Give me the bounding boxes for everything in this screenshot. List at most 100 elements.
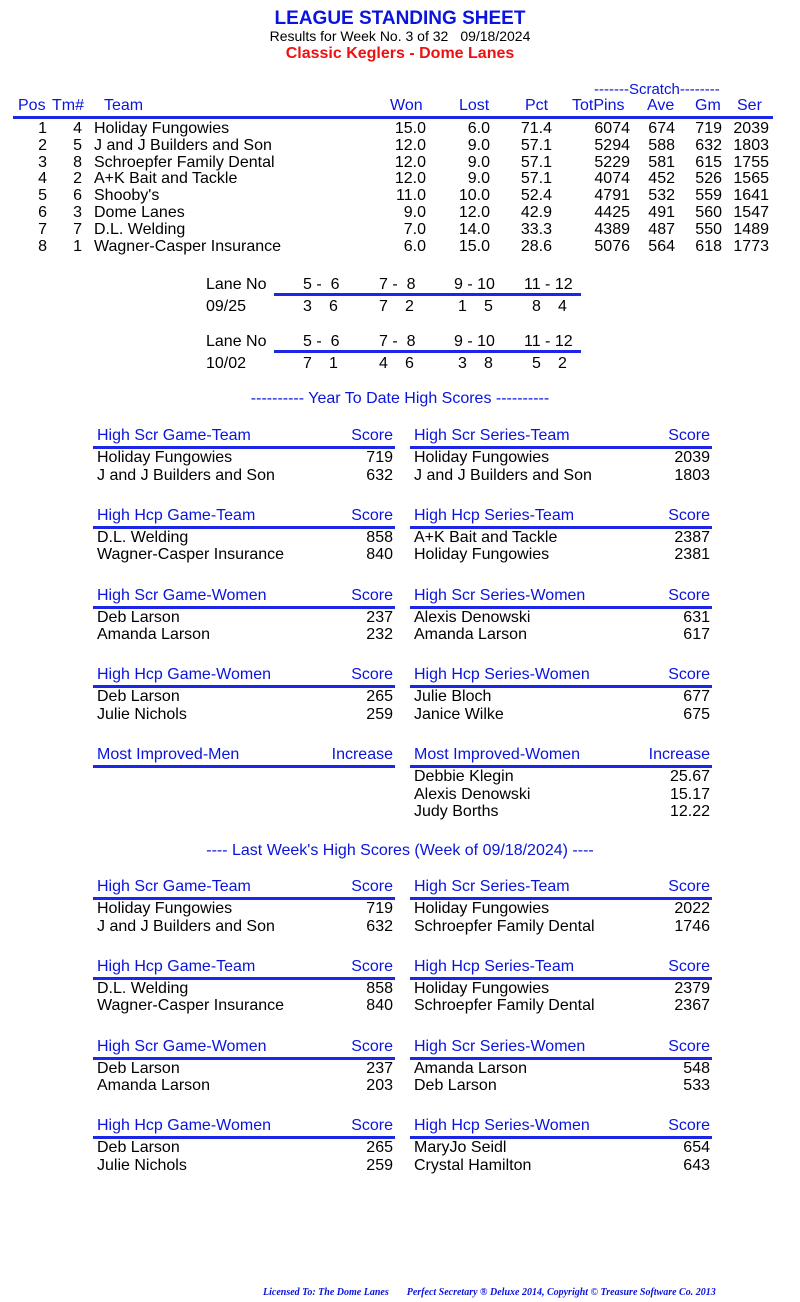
score-value: 632 <box>366 466 393 484</box>
lane-team-number: 4 <box>379 355 388 372</box>
score-value: 15.17 <box>669 785 710 803</box>
ave-cell: 581 <box>648 153 675 171</box>
box-title: High Hcp Game-Women <box>97 1117 271 1135</box>
box-title: High Scr Series-Women <box>414 1037 586 1055</box>
score-value: 237 <box>366 1059 393 1077</box>
box-column-label: Score <box>351 506 393 524</box>
list-item: Schroepfer Family Dental 2367 <box>412 997 712 1015</box>
gm-cell: 550 <box>695 220 722 238</box>
bowler-name: Deb Larson <box>97 688 180 706</box>
tm-cell: 8 <box>73 153 82 171</box>
ave-cell: 588 <box>648 136 675 154</box>
list-item: Alexis Denowski 631 <box>412 609 712 627</box>
ser-cell: 1547 <box>733 204 769 221</box>
bowler-name: Holiday Fungowies <box>414 449 550 466</box>
box-high-hcp-game-team: High Hcp Game-Team Score D.L. Welding 858 Wa… <box>93 957 395 1015</box>
list-item: Deb Larson 265 <box>95 688 395 706</box>
list-item: Holiday Fungowies 2039 <box>412 449 712 467</box>
list-item: D.L. Welding 858 <box>95 980 395 998</box>
ave-cell: 674 <box>648 120 675 137</box>
score-value: 858 <box>366 979 393 997</box>
list-item: Holiday Fungowies 2022 <box>412 900 712 918</box>
bowler-name: Holiday Fungowies <box>414 546 550 564</box>
col-header-team: Team <box>104 97 144 114</box>
pos-cell: 4 <box>38 170 47 188</box>
pct-cell: 71.4 <box>520 120 552 137</box>
box-header: Most Improved-Women Increase <box>412 745 712 765</box>
pos-cell: 3 <box>38 153 47 171</box>
bowler-name: Julie Bloch <box>414 688 492 706</box>
box-column-label: Score <box>351 1117 393 1135</box>
box-high-scr-game-women: High Scr Game-Women Score Deb Larson 237 Ama… <box>93 586 395 644</box>
score-value: 265 <box>366 1139 393 1157</box>
totpins-cell: 5294 <box>594 136 630 154</box>
bowler-name: A+K Bait and Tackle <box>414 528 558 546</box>
score-value: 259 <box>366 1156 393 1174</box>
pct-cell: 57.1 <box>520 153 552 171</box>
box-high-hcp-series-team: High Hcp Series-Team Score A+K Bait and Ta… <box>410 506 712 564</box>
lost-cell: 15.0 <box>458 237 490 255</box>
results-date: 09/18/2024 <box>460 28 531 44</box>
box-column-label: Score <box>351 957 393 975</box>
ave-cell: 564 <box>648 237 675 255</box>
col-header-ave: Ave <box>647 97 675 114</box>
pos-cell: 5 <box>38 187 47 205</box>
gm-cell: 719 <box>695 120 722 137</box>
pos-cell: 8 <box>38 237 47 255</box>
box-column-label: Score <box>351 1037 393 1055</box>
box-title: High Hcp Series-Team <box>414 506 575 524</box>
ave-cell: 491 <box>648 204 675 221</box>
won-cell: 12.0 <box>394 153 426 171</box>
bowler-name: Amanda Larson <box>414 626 527 644</box>
scratch-group-label: -------Scratch-------- <box>594 81 720 98</box>
ser-cell: 2039 <box>733 120 769 137</box>
score-value: 2381 <box>674 546 710 564</box>
box-header: High Hcp Series-Team Score <box>412 957 712 977</box>
list-item: Crystal Hamilton 643 <box>412 1157 712 1175</box>
box-column-label: Score <box>668 666 710 684</box>
ser-cell: 1803 <box>733 136 769 154</box>
score-value: 617 <box>683 626 710 644</box>
lane-rule <box>274 350 581 353</box>
page-title: LEAGUE STANDING SHEET <box>274 8 526 29</box>
score-value: 1803 <box>674 466 710 484</box>
bowler-name: Janice Wilke <box>414 705 504 723</box>
box-high-scr-series-women: High Scr Series-Women Score Amanda Larson 5… <box>410 1037 712 1095</box>
lane-team-number: 2 <box>405 298 414 315</box>
box-title: High Hcp Game-Women <box>97 666 271 684</box>
box-header: High Scr Game-Women Score <box>95 1037 395 1057</box>
lane-rule <box>274 293 581 296</box>
lost-cell: 9.0 <box>467 170 490 188</box>
tm-cell: 6 <box>73 187 82 205</box>
results-for-label: Results for Week No. 3 of 32 <box>269 28 449 44</box>
box-high-scr-game-team: High Scr Game-Team Score Holiday Fungowies… <box>93 426 395 484</box>
box-title: High Hcp Game-Team <box>97 957 256 975</box>
box-column-label: Score <box>668 878 710 895</box>
table-row: 3 8 Schroepfer Family Dental 12.0 9.0 57.1 522… <box>0 154 800 171</box>
score-value: 25.67 <box>669 768 710 786</box>
bowler-name: J and J Builders and Son <box>97 466 275 484</box>
ave-cell: 452 <box>648 170 675 188</box>
table-row: 7 7 D.L. Welding 7.0 14.0 33.3 4389 487 550 1489 <box>0 221 800 238</box>
score-value: 2379 <box>674 979 710 997</box>
box-column-label: Score <box>668 1037 710 1055</box>
lost-cell: 14.0 <box>458 220 490 238</box>
box-high-hcp-game-women: High Hcp Game-Women Score Deb Larson 265 Jul… <box>93 1116 395 1174</box>
score-value: 677 <box>683 688 710 706</box>
score-value: 232 <box>366 626 393 644</box>
box-header: High Hcp Series-Team Score <box>412 506 712 526</box>
lane-pair-label: 7 - 8 <box>379 333 416 350</box>
lost-cell: 9.0 <box>467 153 490 171</box>
bowler-name: Holiday Fungowies <box>97 449 233 466</box>
box-title: High Scr Game-Women <box>97 586 267 604</box>
pct-cell: 52.4 <box>520 187 552 205</box>
box-title: High Hcp Series-Women <box>414 1117 590 1135</box>
box-rule <box>93 765 395 769</box>
lane-team-number: 8 <box>532 298 541 315</box>
tm-cell: 2 <box>73 170 82 188</box>
lane-team-number: 6 <box>405 355 414 372</box>
lane-pair-label: 9 - 10 <box>454 333 495 350</box>
box-high-hcp-game-team: High Hcp Game-Team Score D.L. Welding 858 Wa… <box>93 506 395 564</box>
team-cell: Wagner-Casper Insurance <box>94 237 282 255</box>
box-high-hcp-game-women: High Hcp Game-Women Score Deb Larson 265 Jul… <box>93 665 395 723</box>
